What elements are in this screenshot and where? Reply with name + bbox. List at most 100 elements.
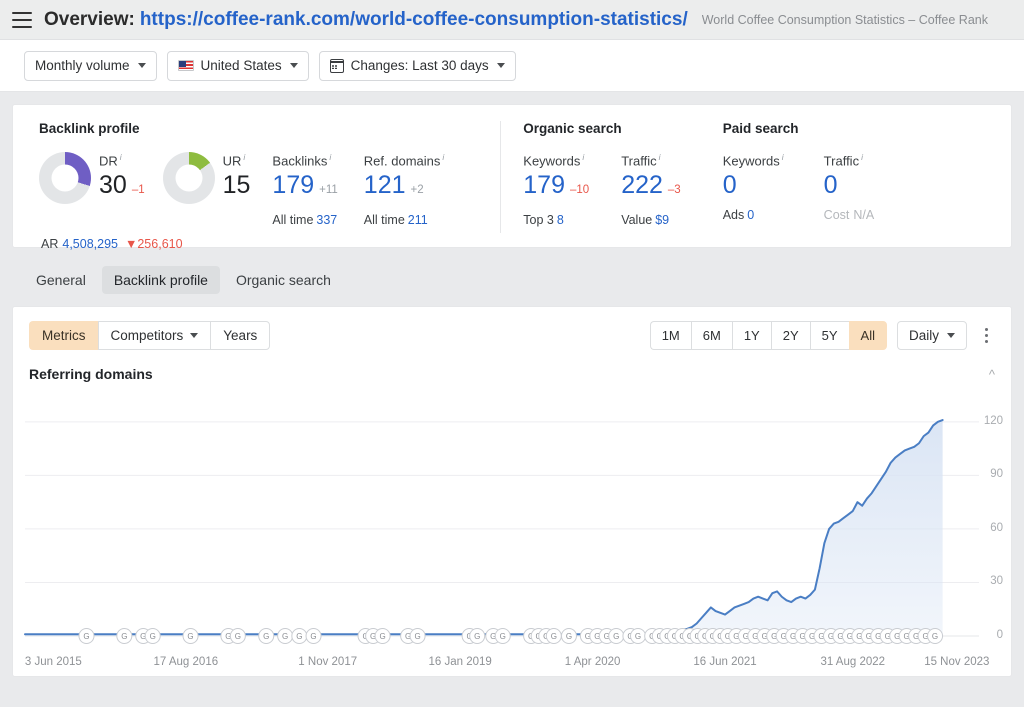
ref-domains-label: Ref. domains i	[363, 152, 445, 169]
y-axis-tick: 0	[996, 629, 1003, 641]
info-icon[interactable]: i	[329, 152, 331, 162]
info-icon[interactable]: i	[120, 152, 122, 162]
x-axis-tick: 16 Jan 2019	[428, 656, 492, 668]
paid-traffic-label: Traffic i	[823, 152, 863, 169]
metric-ur[interactable]: UR i 15	[162, 150, 251, 204]
info-icon[interactable]: i	[659, 152, 661, 162]
svg-text:G: G	[282, 632, 288, 641]
metric-paid-traffic[interactable]: Traffic i 0 Cost N/A	[824, 150, 875, 222]
dr-value-row: 30 –1	[99, 168, 145, 207]
svg-text:G: G	[500, 632, 506, 641]
filter-changes-range[interactable]: Changes: Last 30 days	[318, 50, 516, 81]
x-axis-tick: 15 Nov 2023	[924, 656, 990, 668]
metric-backlinks[interactable]: Backlinks i 179 +11 All time 337	[272, 150, 337, 227]
kebab-menu-icon[interactable]	[977, 325, 995, 347]
svg-text:G: G	[235, 632, 241, 641]
metrics-panel: Backlink profile DR i 30 –1 UR i 15 Back…	[12, 104, 1012, 251]
ar-delta: ▼256,610	[124, 237, 183, 252]
filter-changes-label: Changes: Last 30 days	[350, 58, 489, 73]
range-6m[interactable]: 6M	[690, 321, 732, 350]
svg-text:G: G	[379, 632, 385, 641]
chart-view-segment: Metrics Competitors Years	[29, 321, 271, 350]
granularity-dropdown[interactable]: Daily	[896, 321, 967, 350]
chart-card-wrapper: Metrics Competitors Years 1M 6M 1Y 2Y 5Y	[0, 306, 1024, 677]
ref-domains-delta: +2	[410, 184, 424, 197]
svg-text:G: G	[263, 632, 269, 641]
tab-backlink-profile[interactable]: Backlink profile	[101, 266, 220, 294]
info-icon[interactable]: i	[442, 152, 444, 162]
metric-paid-keywords[interactable]: Keywords i 0 Ads 0	[723, 150, 784, 222]
metrics-group-organic-search: Organic search Keywords i 179 –10 Top 38 …	[500, 121, 698, 233]
metric-ref-domains[interactable]: Ref. domains i 121 +2 All time 211	[364, 150, 444, 227]
segment-competitors[interactable]: Competitors	[97, 321, 211, 350]
organic-traffic-value: 222	[621, 171, 663, 200]
tab-general[interactable]: General	[24, 266, 98, 294]
x-axis-tick: 3 Jun 2015	[24, 656, 82, 668]
metric-organic-traffic[interactable]: Traffic i 222 –3 Value $9	[621, 150, 681, 227]
ref-domains-value: 121	[363, 171, 406, 200]
hamburger-icon[interactable]	[12, 11, 32, 28]
range-1m[interactable]: 1M	[649, 321, 691, 350]
range-all[interactable]: All	[848, 321, 887, 350]
x-axis-tick: 1 Apr 2020	[564, 656, 621, 668]
metrics-panel-wrapper: Backlink profile DR i 30 –1 UR i 15 Back…	[0, 92, 1024, 251]
x-axis-tick: 16 Jun 2021	[693, 656, 757, 668]
info-icon[interactable]: i	[861, 152, 863, 162]
chart-header: Referring domains ^	[13, 362, 1011, 392]
info-icon[interactable]: i	[782, 152, 784, 162]
y-axis-tick: 60	[990, 521, 1003, 534]
paid-keywords-value: 0	[722, 171, 737, 200]
organic-traffic-sub: Value $9	[621, 213, 670, 228]
paid-traffic-value-row: 0	[824, 168, 875, 202]
page-title: Overview:	[44, 8, 135, 30]
organic-keywords-delta: –10	[570, 184, 590, 197]
segment-years[interactable]: Years	[210, 321, 271, 350]
ref-domains-alltime: All time 211	[363, 213, 428, 228]
range-5y[interactable]: 5Y	[809, 321, 849, 350]
organic-traffic-label: Traffic i	[621, 152, 661, 169]
metrics-group-backlink-profile: Backlink profile DR i 30 –1 UR i 15 Back…	[13, 121, 462, 251]
chart-range-controls: 1M 6M 1Y 2Y 5Y All Daily	[649, 321, 995, 350]
segment-metrics[interactable]: Metrics	[29, 321, 98, 350]
dr-value: 30	[99, 171, 127, 200]
svg-text:G: G	[613, 632, 619, 641]
backlinks-label: Backlinks i	[272, 152, 332, 169]
chevron-up-icon[interactable]: ^	[989, 367, 995, 382]
filter-country[interactable]: United States	[166, 50, 309, 81]
filter-bar: Monthly volume United States Changes: La…	[0, 40, 1024, 92]
info-icon[interactable]: i	[582, 152, 584, 162]
ur-value-row: 15	[223, 168, 251, 202]
y-axis-tick: 30	[990, 575, 1003, 588]
dr-delta: –1	[131, 184, 145, 197]
tab-organic-search[interactable]: Organic search	[224, 266, 343, 294]
filter-country-label: United States	[200, 58, 282, 73]
svg-text:G: G	[551, 632, 557, 641]
info-icon[interactable]: i	[243, 152, 245, 162]
filter-monthly-volume[interactable]: Monthly volume	[24, 50, 157, 81]
site-explorer-overview: Overview: https://coffee-rank.com/world-…	[0, 0, 1024, 707]
range-2y[interactable]: 2Y	[770, 321, 810, 350]
chart-toolbar: Metrics Competitors Years 1M 6M 1Y 2Y 5Y	[13, 307, 1011, 362]
paid-keywords-value-row: 0	[723, 168, 784, 202]
svg-text:G: G	[414, 632, 420, 641]
y-axis-tick: 90	[990, 468, 1003, 481]
backlink-profile-title: Backlink profile	[39, 121, 140, 136]
referring-domains-chart[interactable]: GGGGGGGGGGGGGGGGGGGGGGGGGGGGGGGGGGGGGGGG…	[13, 392, 1011, 654]
calendar-icon	[329, 58, 344, 73]
svg-text:G: G	[296, 632, 302, 641]
svg-text:G: G	[83, 632, 89, 641]
ar-value: 4,508,295	[62, 237, 118, 252]
y-axis-tick: 120	[983, 414, 1003, 427]
metric-dr[interactable]: DR i 30 –1	[39, 150, 145, 207]
ahrefs-rank-row[interactable]: AR 4,508,295 ▼256,610	[39, 237, 444, 251]
range-1y[interactable]: 1Y	[731, 321, 771, 350]
target-url-link[interactable]: https://coffee-rank.com/world-coffee-con…	[140, 9, 688, 31]
paid-traffic-value: 0	[823, 171, 838, 200]
organic-keywords-value: 179	[523, 171, 565, 200]
svg-text:G: G	[121, 632, 127, 641]
paid-traffic-sub: Cost N/A	[823, 208, 875, 223]
organic-traffic-delta: –3	[667, 184, 681, 197]
paid-keywords-sub: Ads 0	[722, 208, 755, 223]
page-meta-title: World Coffee Consumption Statistics – Co…	[701, 12, 988, 27]
metric-organic-keywords[interactable]: Keywords i 179 –10 Top 38	[523, 150, 589, 227]
